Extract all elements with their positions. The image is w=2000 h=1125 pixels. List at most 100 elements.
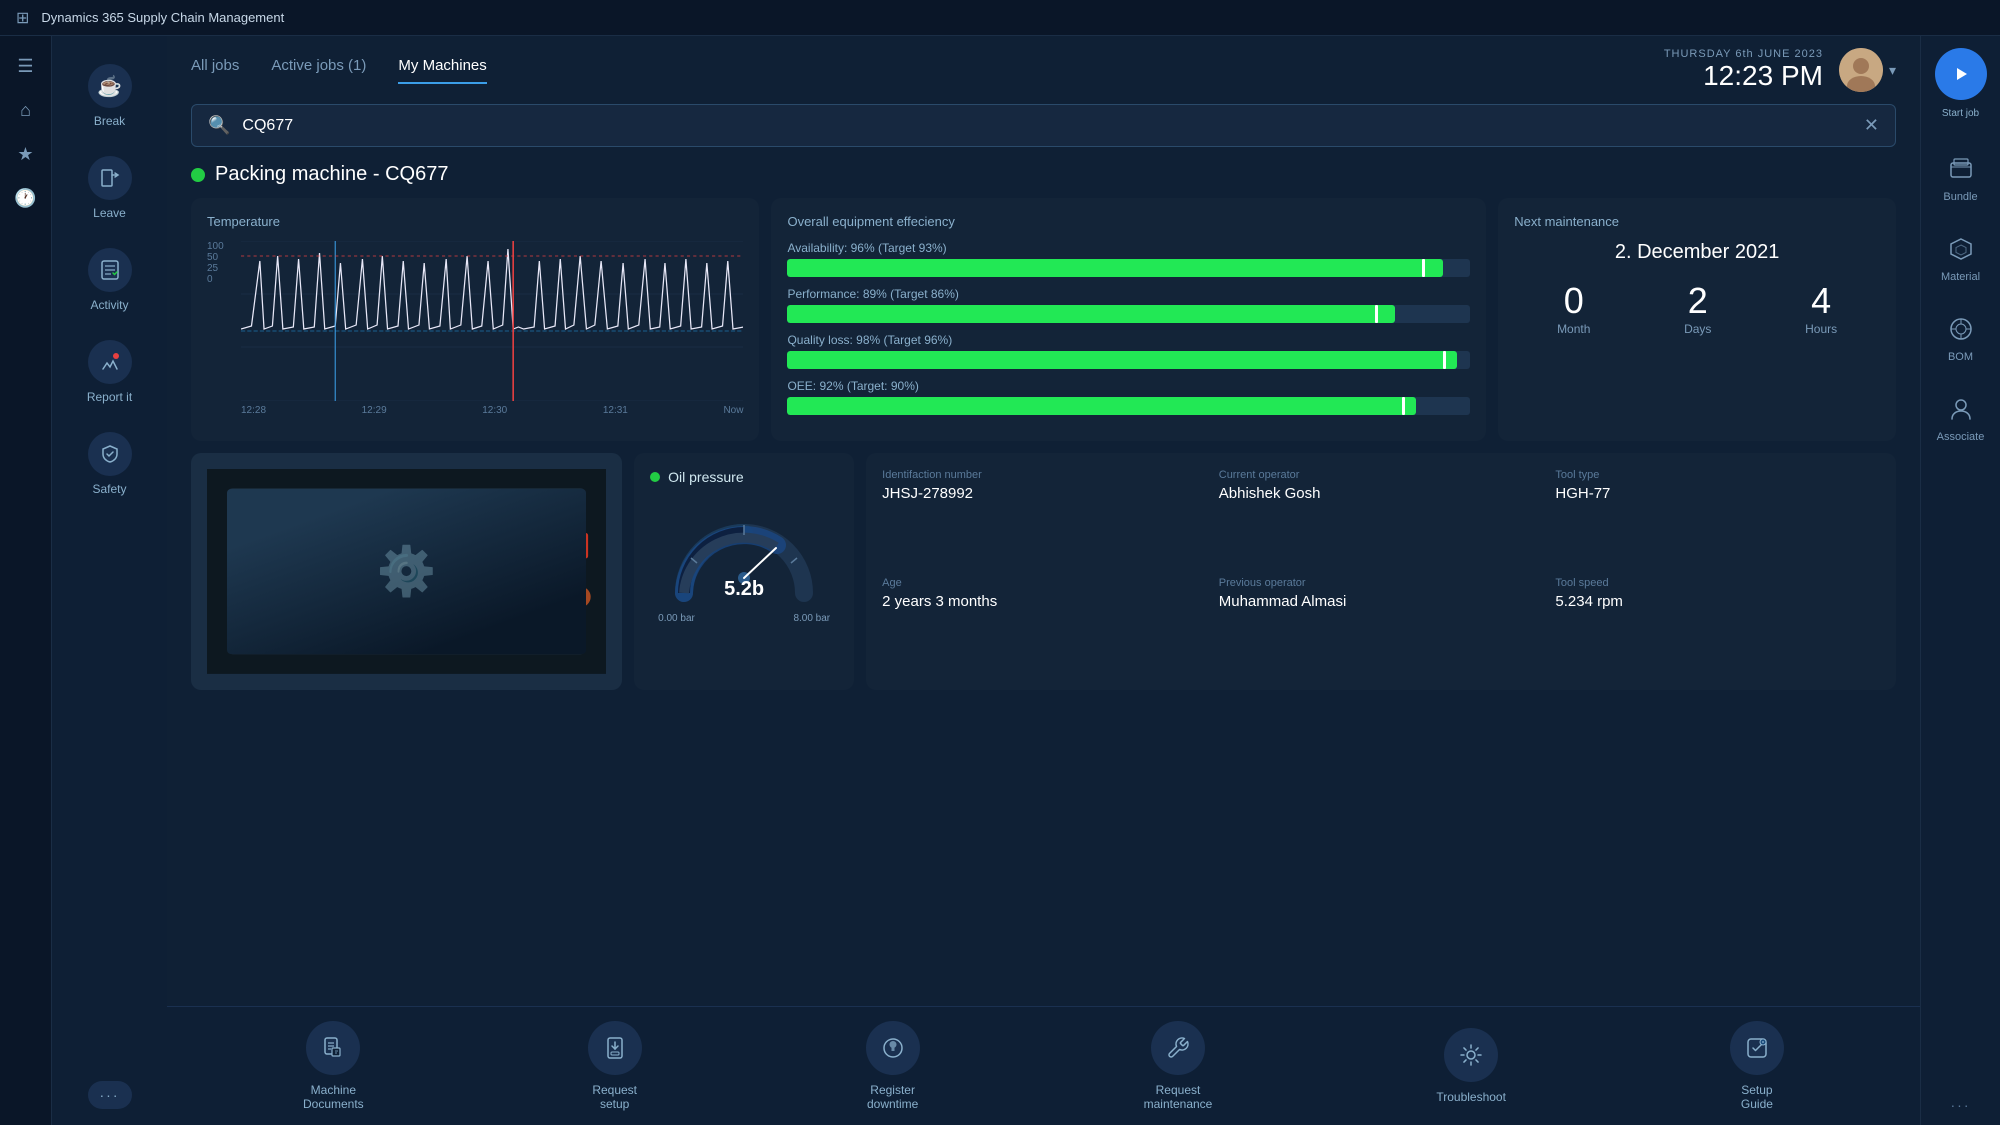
machine-status-indicator [191,168,205,182]
oee-metric-oee: OEE: 92% (Target: 90%) [787,379,1470,415]
gauge-max-label: 8.00 bar [793,613,830,624]
oee-label: OEE: 92% (Target: 90%) [787,379,1470,393]
left-sidebar: ☕ Break Leave Activit [52,36,167,1125]
countdown-month-label: Month [1557,322,1590,336]
performance-label: Performance: 89% (Target 86%) [787,287,1470,301]
x-label-now: Now [723,405,743,416]
home-icon[interactable]: ⌂ [8,92,44,128]
favorites-icon[interactable]: ★ [8,136,44,172]
search-container: 🔍 ✕ [167,92,1920,159]
tab-my-machines[interactable]: My Machines [398,57,486,84]
machine-info-card: Identifaction number JHSJ-278992 Current… [866,453,1896,690]
action-request-maintenance[interactable]: Requestmaintenance [1144,1021,1213,1111]
tool-speed-label: Tool speed [1555,577,1880,589]
y-label-50: 50 [207,252,233,263]
quality-fill [787,351,1456,369]
chevron-down-icon: ▾ [1889,62,1896,79]
register-downtime-label: Registerdowntime [867,1083,918,1111]
right-sidebar-material[interactable]: Material [1925,219,1997,295]
request-setup-icon [588,1021,642,1075]
machine-documents-label: MachineDocuments [303,1083,364,1111]
age-value: 2 years 3 months [882,593,1207,610]
material-label: Material [1941,271,1980,283]
countdown-hours-label: Hours [1805,322,1837,336]
clear-search-icon[interactable]: ✕ [1864,115,1879,136]
sidebar-item-report[interactable]: Report it [60,328,160,416]
right-sidebar-associate[interactable]: Associate [1925,379,1997,455]
break-icon: ☕ [88,64,132,108]
oee-bar [787,397,1470,415]
tool-speed-value: 5.234 rpm [1555,593,1880,610]
countdown-days: 2 Days [1684,280,1711,336]
sidebar-item-leave[interactable]: Leave [60,144,160,232]
request-setup-label: Requestsetup [592,1083,637,1111]
action-troubleshoot[interactable]: Troubleshoot [1436,1028,1506,1104]
machine-title-row: Packing machine - CQ677 [167,159,1920,198]
countdown-month-value: 0 [1557,280,1590,322]
countdown-hours-value: 4 [1805,280,1837,322]
sidebar-item-safety[interactable]: Safety [60,420,160,508]
associate-icon [1943,391,1979,427]
oil-pressure-value: 5.2b [724,578,764,601]
break-label: Break [94,114,125,128]
user-avatar-container[interactable]: ▾ [1839,48,1896,92]
header-right: THURSDAY 6th JUNE 2023 12:23 PM ▾ [1664,48,1896,92]
maintenance-card: Next maintenance 2. December 2021 0 Mont… [1498,198,1896,441]
troubleshoot-label: Troubleshoot [1436,1090,1506,1104]
x-label-1229: 12:29 [362,405,387,416]
oee-metric-quality: Quality loss: 98% (Target 96%) [787,333,1470,369]
oee-metric-performance: Performance: 89% (Target 86%) [787,287,1470,323]
right-sidebar-more[interactable]: ··· [1951,1097,1971,1113]
sidebar-item-activity[interactable]: Activity [60,236,160,324]
chart-x-labels: 12:28 12:29 12:30 12:31 Now [241,405,743,416]
performance-marker [1375,305,1378,323]
right-sidebar-bom[interactable]: BOM [1925,299,1997,375]
info-cell-tool-speed: Tool speed 5.234 rpm [1555,577,1880,673]
gauge-scale-labels: 0.00 bar 8.00 bar [650,613,838,624]
info-cell-operator: Current operator Abhishek Gosh [1219,469,1544,565]
gauge-container: 5.2b [650,493,838,613]
tab-active-jobs[interactable]: Active jobs (1) [271,57,366,84]
cards-row-1: Temperature 100 50 25 0 [191,198,1896,441]
age-label: Age [882,577,1207,589]
search-input[interactable] [242,117,1851,135]
action-register-downtime[interactable]: Registerdowntime [866,1021,920,1111]
right-sidebar-bundle[interactable]: Bundle [1925,139,1997,215]
hamburger-menu-icon[interactable]: ☰ [8,48,44,84]
oee-title: Overall equipment effeciency [787,214,1470,229]
search-icon: 🔍 [208,115,230,136]
action-machine-documents[interactable]: MachineDocuments [303,1021,364,1111]
grid-icon[interactable]: ⊞ [16,8,29,28]
tool-type-value: HGH-77 [1555,485,1880,502]
header-tabs: All jobs Active jobs (1) My Machines [191,57,487,84]
availability-fill [787,259,1442,277]
action-request-setup[interactable]: Requestsetup [588,1021,642,1111]
troubleshoot-icon [1444,1028,1498,1082]
report-label: Report it [87,390,132,404]
machine-info-grid: Identifaction number JHSJ-278992 Current… [882,469,1880,674]
info-cell-prev-operator: Previous operator Muhammad Almasi [1219,577,1544,673]
x-label-1231: 12:31 [603,405,628,416]
sidebar-more-button[interactable]: ··· [88,1081,132,1109]
start-job-button[interactable] [1935,48,1987,100]
maintenance-title: Next maintenance [1514,214,1880,229]
recent-icon[interactable]: 🕐 [8,180,44,216]
sidebar-item-break[interactable]: ☕ Break [60,52,160,140]
far-left-nav: ☰ ⌂ ★ 🕐 [0,36,52,1125]
info-cell-id: Identifaction number JHSJ-278992 [882,469,1207,565]
tool-type-label: Tool type [1555,469,1880,481]
tab-all-jobs[interactable]: All jobs [191,57,239,84]
oee-metric-availability: Availability: 96% (Target 93%) [787,241,1470,277]
header: All jobs Active jobs (1) My Machines THU… [167,36,1920,92]
main-content: All jobs Active jobs (1) My Machines THU… [167,36,1920,1125]
id-value: JHSJ-278992 [882,485,1207,502]
header-time: 12:23 PM [1664,60,1823,92]
action-setup-guide[interactable]: SetupGuide [1730,1021,1784,1111]
maintenance-countdown: 0 Month 2 Days 4 Hours [1514,280,1880,336]
quality-bar [787,351,1470,369]
bundle-icon [1943,151,1979,187]
search-bar: 🔍 ✕ [191,104,1896,147]
safety-label: Safety [92,482,126,496]
x-label-1230: 12:30 [482,405,507,416]
dashboard-cards: Temperature 100 50 25 0 [167,198,1920,1006]
